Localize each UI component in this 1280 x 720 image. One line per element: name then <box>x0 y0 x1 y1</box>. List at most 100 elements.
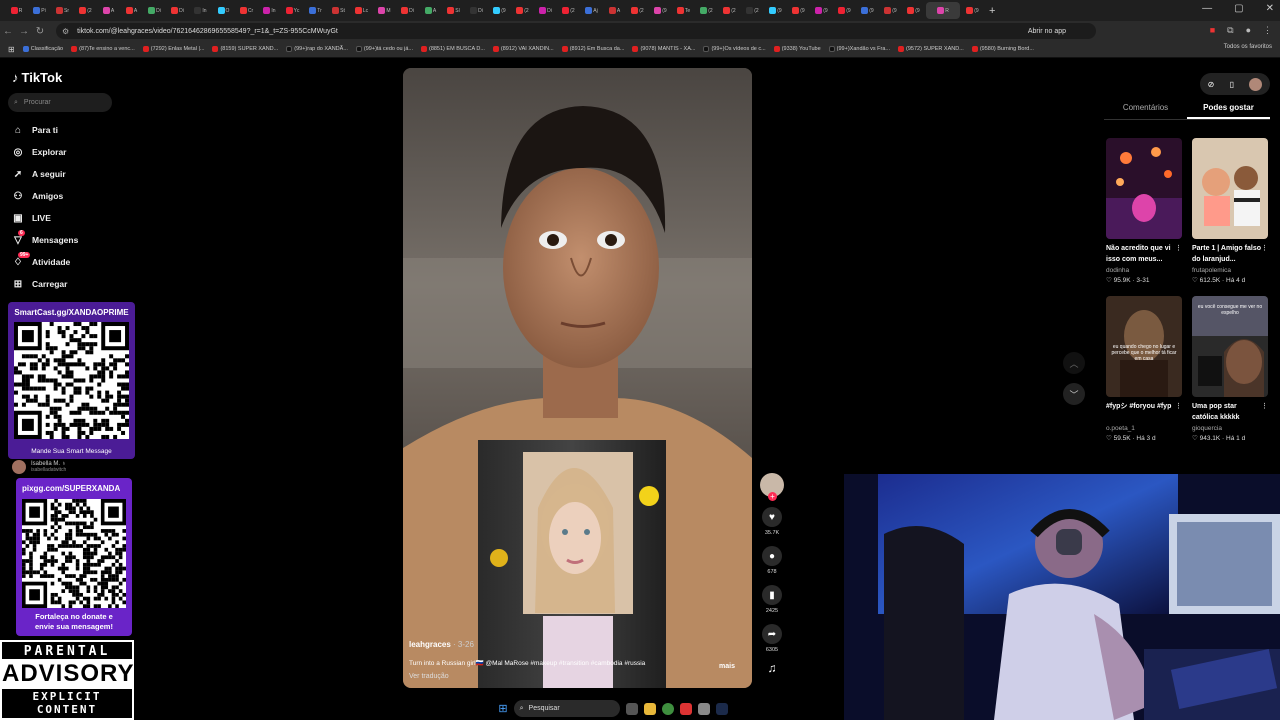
browser-tab[interactable]: Sl <box>443 2 464 19</box>
browser-tab[interactable]: Te <box>673 2 694 19</box>
browser-tab[interactable]: A <box>420 2 441 19</box>
sidebar-item-amigos[interactable]: ⚇ Amigos <box>12 185 122 207</box>
sidebar-item-mensagens[interactable]: ▽ Mensagens 6 <box>12 229 122 251</box>
share-button[interactable]: ➦ <box>762 624 782 644</box>
open-app-button[interactable]: Abrir no app <box>1028 28 1066 35</box>
video-author[interactable]: leahgraces <box>409 640 451 649</box>
browser-tab[interactable]: (9 <box>765 2 786 19</box>
tiktok-logo[interactable]: ♪ TikTok <box>12 70 62 85</box>
browser-tab[interactable]: (9 <box>962 2 983 19</box>
browser-tab[interactable]: (2 <box>627 2 648 19</box>
bookmark-item[interactable]: (99+)Xandão vs Fra... <box>828 46 890 52</box>
browser-tab[interactable]: St <box>328 2 349 19</box>
minimize-icon[interactable]: — <box>1202 3 1212 14</box>
apps-icon[interactable]: ⊞ <box>8 45 15 54</box>
browser-tab[interactable]: M <box>374 2 395 19</box>
card-username[interactable]: frutapolemica <box>1192 267 1268 274</box>
browser-tab[interactable]: (9 <box>834 2 855 19</box>
bookmark-item[interactable]: (8912) Em Busca da... <box>561 46 624 52</box>
browser-tab[interactable]: O <box>213 2 234 19</box>
translate-link[interactable]: Ver tradução <box>409 673 739 680</box>
search-input[interactable]: ⌕ Procurar <box>8 93 112 112</box>
save-button[interactable]: ▮ <box>762 585 782 605</box>
browser-tab[interactable]: (2 <box>558 2 579 19</box>
coin-icon[interactable]: ⊘ <box>1208 80 1215 89</box>
forward-icon[interactable]: → <box>16 26 32 37</box>
video-thumbnail[interactable] <box>1192 138 1268 239</box>
browser-tab[interactable]: (2 <box>696 2 717 19</box>
tab-suggested[interactable]: Podes gostar <box>1187 100 1270 119</box>
browser-tab[interactable]: (9 <box>903 2 924 19</box>
sidebar-item-atividade[interactable]: ♢ Atividade 99+ <box>12 251 122 273</box>
bookmark-item[interactable]: (99+)rap do XANDÃ... <box>286 46 348 52</box>
browser-tab[interactable]: Yc <box>282 2 303 19</box>
sidebar-item-live[interactable]: ▣ LIVE <box>12 207 122 229</box>
next-video-button[interactable]: ﹀ <box>1063 383 1085 405</box>
bookmark-item[interactable]: (87)Te ensino a venc... <box>71 46 135 52</box>
suggested-video-card[interactable]: Não acredito que vi isso com meus... ⋮ dod… <box>1106 138 1182 284</box>
browser-tab[interactable]: A <box>98 2 119 19</box>
browser-tab[interactable]: Di <box>535 2 556 19</box>
suggested-account[interactable]: Isabella M. ♁ isabelladatwitch <box>12 460 66 474</box>
browser-tab[interactable]: (9 <box>857 2 878 19</box>
bookmark-item[interactable]: (9338) YouTube <box>773 46 821 52</box>
browser-tab[interactable]: Di <box>144 2 165 19</box>
follow-plus-icon[interactable]: + <box>768 492 777 501</box>
browser-tab[interactable]: In <box>190 2 211 19</box>
previous-video-button[interactable]: ︿ <box>1063 352 1085 374</box>
browser-tab[interactable]: Lc <box>351 2 372 19</box>
browser-tab[interactable]: A <box>121 2 142 19</box>
browser-tab[interactable]: (2 <box>719 2 740 19</box>
bookmark-item[interactable]: (9580) Burning Bord... <box>971 46 1034 52</box>
sidebar-item-carregar[interactable]: ⊞ Carregar <box>12 273 122 295</box>
maximize-icon[interactable]: ▢ <box>1234 3 1243 14</box>
extension-icon[interactable]: ■ <box>1210 25 1215 36</box>
browser-tab[interactable]: (9 <box>788 2 809 19</box>
windows-start-icon[interactable]: ⊞ <box>498 702 507 715</box>
site-info-icon[interactable]: ⚙ <box>62 27 69 36</box>
video-player[interactable]: leahgraces · 3-26 Turn into a Russian gi… <box>403 68 752 688</box>
creator-avatar[interactable]: + <box>760 473 784 501</box>
steam-icon[interactable] <box>715 702 728 715</box>
music-disc-icon[interactable]: ♫ <box>763 661 781 679</box>
more-options-icon[interactable]: ⋮ <box>1175 244 1182 255</box>
browser-tab[interactable]: (2 <box>75 2 96 19</box>
bookmark-item[interactable]: (99+)tá cedo ou já... <box>355 46 413 52</box>
comment-button[interactable]: ● <box>762 546 782 566</box>
video-thumbnail[interactable]: eu você consegue me ver no espelho <box>1192 296 1268 397</box>
browser-tab[interactable]: (2 <box>742 2 763 19</box>
bookmark-item[interactable]: (8159) SUPER XAND... <box>212 46 278 52</box>
taskbar-search[interactable]: ⌕ Pesquisar <box>513 700 620 717</box>
app-icon[interactable] <box>679 702 692 715</box>
browser-tab[interactable]: Di <box>167 2 188 19</box>
suggested-video-card[interactable]: eu você consegue me ver no espelho Uma po… <box>1192 296 1268 442</box>
browser-tab[interactable]: Di <box>397 2 418 19</box>
browser-tab[interactable]: A <box>604 2 625 19</box>
browser-tab[interactable]: Pi <box>29 2 50 19</box>
suggested-video-card[interactable]: eu quando chego no lugar e percebe que o… <box>1106 296 1182 442</box>
card-username[interactable]: dodinha <box>1106 267 1182 274</box>
bookmark-item[interactable]: (8851) EM BUSCA D... <box>420 46 485 52</box>
browser-tab[interactable]: In <box>259 2 280 19</box>
browser-tab[interactable]: (2 <box>512 2 533 19</box>
browser-tab[interactable]: Cr <box>236 2 257 19</box>
browser-tab[interactable]: Sr <box>52 2 73 19</box>
file-explorer-icon[interactable] <box>643 702 656 715</box>
browser-tab[interactable]: (9 <box>489 2 510 19</box>
sidebar-item-para-ti[interactable]: ⌂ Para ti <box>12 119 122 141</box>
video-thumbnail[interactable]: eu quando chego no lugar e percebe que o… <box>1106 296 1182 397</box>
task-view-icon[interactable] <box>625 702 638 715</box>
more-options-icon[interactable]: ⋮ <box>1175 402 1182 413</box>
more-options-icon[interactable]: ⋮ <box>1261 244 1268 255</box>
bookmark-item[interactable]: (99+)Os vídeos de c... <box>703 46 766 52</box>
new-tab-icon[interactable]: + <box>989 5 995 17</box>
profile-avatar[interactable] <box>1249 77 1263 91</box>
like-button[interactable]: ♥ <box>762 507 782 527</box>
browser-tab[interactable]: R <box>926 2 960 19</box>
close-icon[interactable]: ✕ <box>1266 3 1274 14</box>
suggested-video-card[interactable]: Parte 1 | Amigo falso do laranjud... ⋮ fru… <box>1192 138 1268 284</box>
menu-icon[interactable]: ⋮ <box>1263 25 1272 36</box>
bookmark-item[interactable]: (7292) Enlas Metal |... <box>142 46 204 52</box>
extensions-icon[interactable]: ⧉ <box>1227 25 1233 36</box>
device-icon[interactable]: ▯ <box>1230 80 1234 89</box>
